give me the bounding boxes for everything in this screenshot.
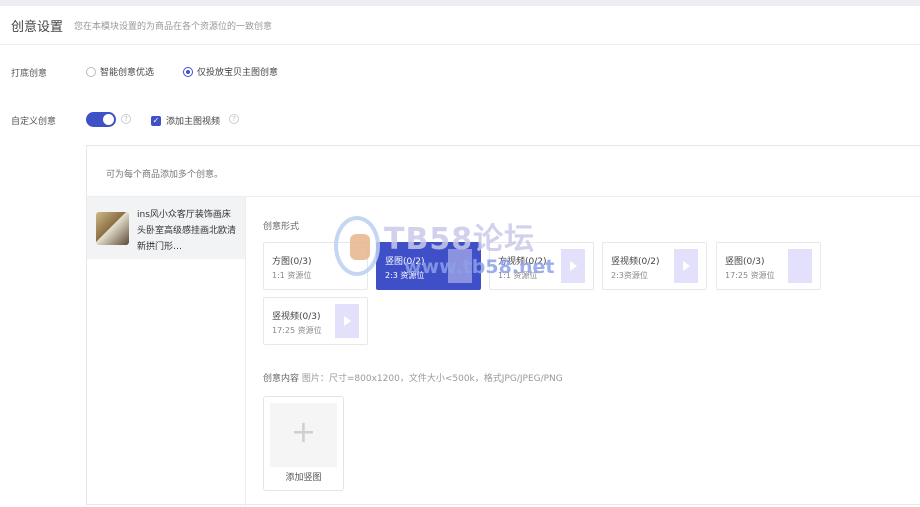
toggle-knob bbox=[103, 114, 114, 125]
radio-label: 智能创意优选 bbox=[100, 68, 155, 78]
divider bbox=[245, 197, 246, 507]
section-header: 创意设置 您在本模块设置的为商品在各个资源位的一致创意 bbox=[0, 6, 920, 45]
base-creative-label: 打底创意 bbox=[11, 69, 48, 79]
play-icon bbox=[674, 249, 698, 283]
radio-smart-creative[interactable]: 智能创意优选 bbox=[86, 65, 154, 78]
content-label-row: 创意内容 图片：尺寸=800x1200，文件大小<500k，格式JPG/JPEG… bbox=[263, 371, 563, 384]
custom-creative-toggle[interactable] bbox=[86, 112, 116, 127]
radio-circle bbox=[86, 66, 96, 77]
format-name: 方图(0/3) bbox=[272, 257, 312, 267]
radio-label: 仅投放宝贝主图创意 bbox=[197, 68, 279, 78]
format-ratio: 2:3资源位 bbox=[611, 271, 648, 280]
format-name: 方视频(0/2) bbox=[498, 257, 547, 267]
question-circle-icon[interactable]: ? bbox=[121, 114, 131, 124]
radio-main-image-only[interactable]: 仅投放宝贝主图创意 bbox=[183, 65, 278, 78]
panel-tip: 可为每个商品添加多个创意。 bbox=[106, 170, 224, 180]
format-ratio: 17:25 资源位 bbox=[272, 326, 322, 335]
section-subtitle: 您在本模块设置的为商品在各个资源位的一致创意 bbox=[74, 22, 273, 32]
format-ratio: 1:1 资源位 bbox=[498, 271, 538, 280]
product-item[interactable]: ins风小众客厅装饰画床头卧室高级感挂画北欧清新拱门形… bbox=[87, 197, 245, 259]
format-card-vertical-image-1725[interactable]: 竖图(0/3) 17:25 资源位 bbox=[716, 242, 821, 290]
add-vertical-image-button[interactable]: + 添加竖图 bbox=[263, 396, 344, 491]
upload-area: + bbox=[270, 403, 337, 467]
check-icon: ✓ bbox=[151, 115, 161, 126]
product-title: ins风小众客厅装饰画床头卧室高级感挂画北欧清新拱门形… bbox=[137, 210, 237, 252]
format-name: 竖图(0/2) bbox=[385, 257, 425, 267]
upload-label: 添加竖图 bbox=[285, 473, 322, 483]
radio-circle bbox=[183, 66, 193, 77]
image-thumb-icon bbox=[788, 249, 812, 283]
add-main-video-checkbox[interactable]: ✓ 添加主图视频 bbox=[151, 114, 220, 127]
format-label: 创意形式 bbox=[263, 222, 300, 232]
product-thumbnail bbox=[96, 212, 129, 245]
play-icon bbox=[335, 304, 359, 338]
format-name: 竖视频(0/3) bbox=[272, 312, 321, 322]
format-name: 竖视频(0/2) bbox=[611, 257, 660, 267]
image-thumb-icon bbox=[448, 249, 472, 283]
checkbox-label: 添加主图视频 bbox=[166, 117, 221, 127]
format-ratio: 2:3 资源位 bbox=[385, 271, 425, 280]
content-spec: 图片：尺寸=800x1200，文件大小<500k，格式JPG/JPEG/PNG bbox=[301, 374, 563, 384]
format-card-square-video[interactable]: 方视频(0/2) 1:1 资源位 bbox=[489, 242, 594, 290]
section-title: 创意设置 bbox=[11, 20, 64, 35]
content-label: 创意内容 bbox=[263, 374, 300, 384]
format-card-vertical-video[interactable]: 竖视频(0/2) 2:3资源位 bbox=[602, 242, 707, 290]
play-icon bbox=[561, 249, 585, 283]
format-ratio: 1:1 资源位 bbox=[272, 271, 312, 280]
custom-creative-label: 自定义创意 bbox=[11, 117, 57, 127]
creative-panel: 可为每个商品添加多个创意。 ins风小众客厅装饰画床头卧室高级感挂画北欧清新拱门… bbox=[86, 145, 920, 507]
format-name: 竖图(0/3) bbox=[725, 257, 765, 267]
plus-icon: + bbox=[290, 415, 317, 450]
format-card-square-image[interactable]: 方图(0/3) 1:1 资源位 bbox=[263, 242, 368, 290]
format-card-vertical-video-1725[interactable]: 竖视频(0/3) 17:25 资源位 bbox=[263, 297, 368, 345]
format-card-vertical-image[interactable]: 竖图(0/2) 2:3 资源位 bbox=[376, 242, 481, 290]
format-ratio: 17:25 资源位 bbox=[725, 271, 775, 280]
question-circle-icon[interactable]: ? bbox=[229, 114, 239, 124]
